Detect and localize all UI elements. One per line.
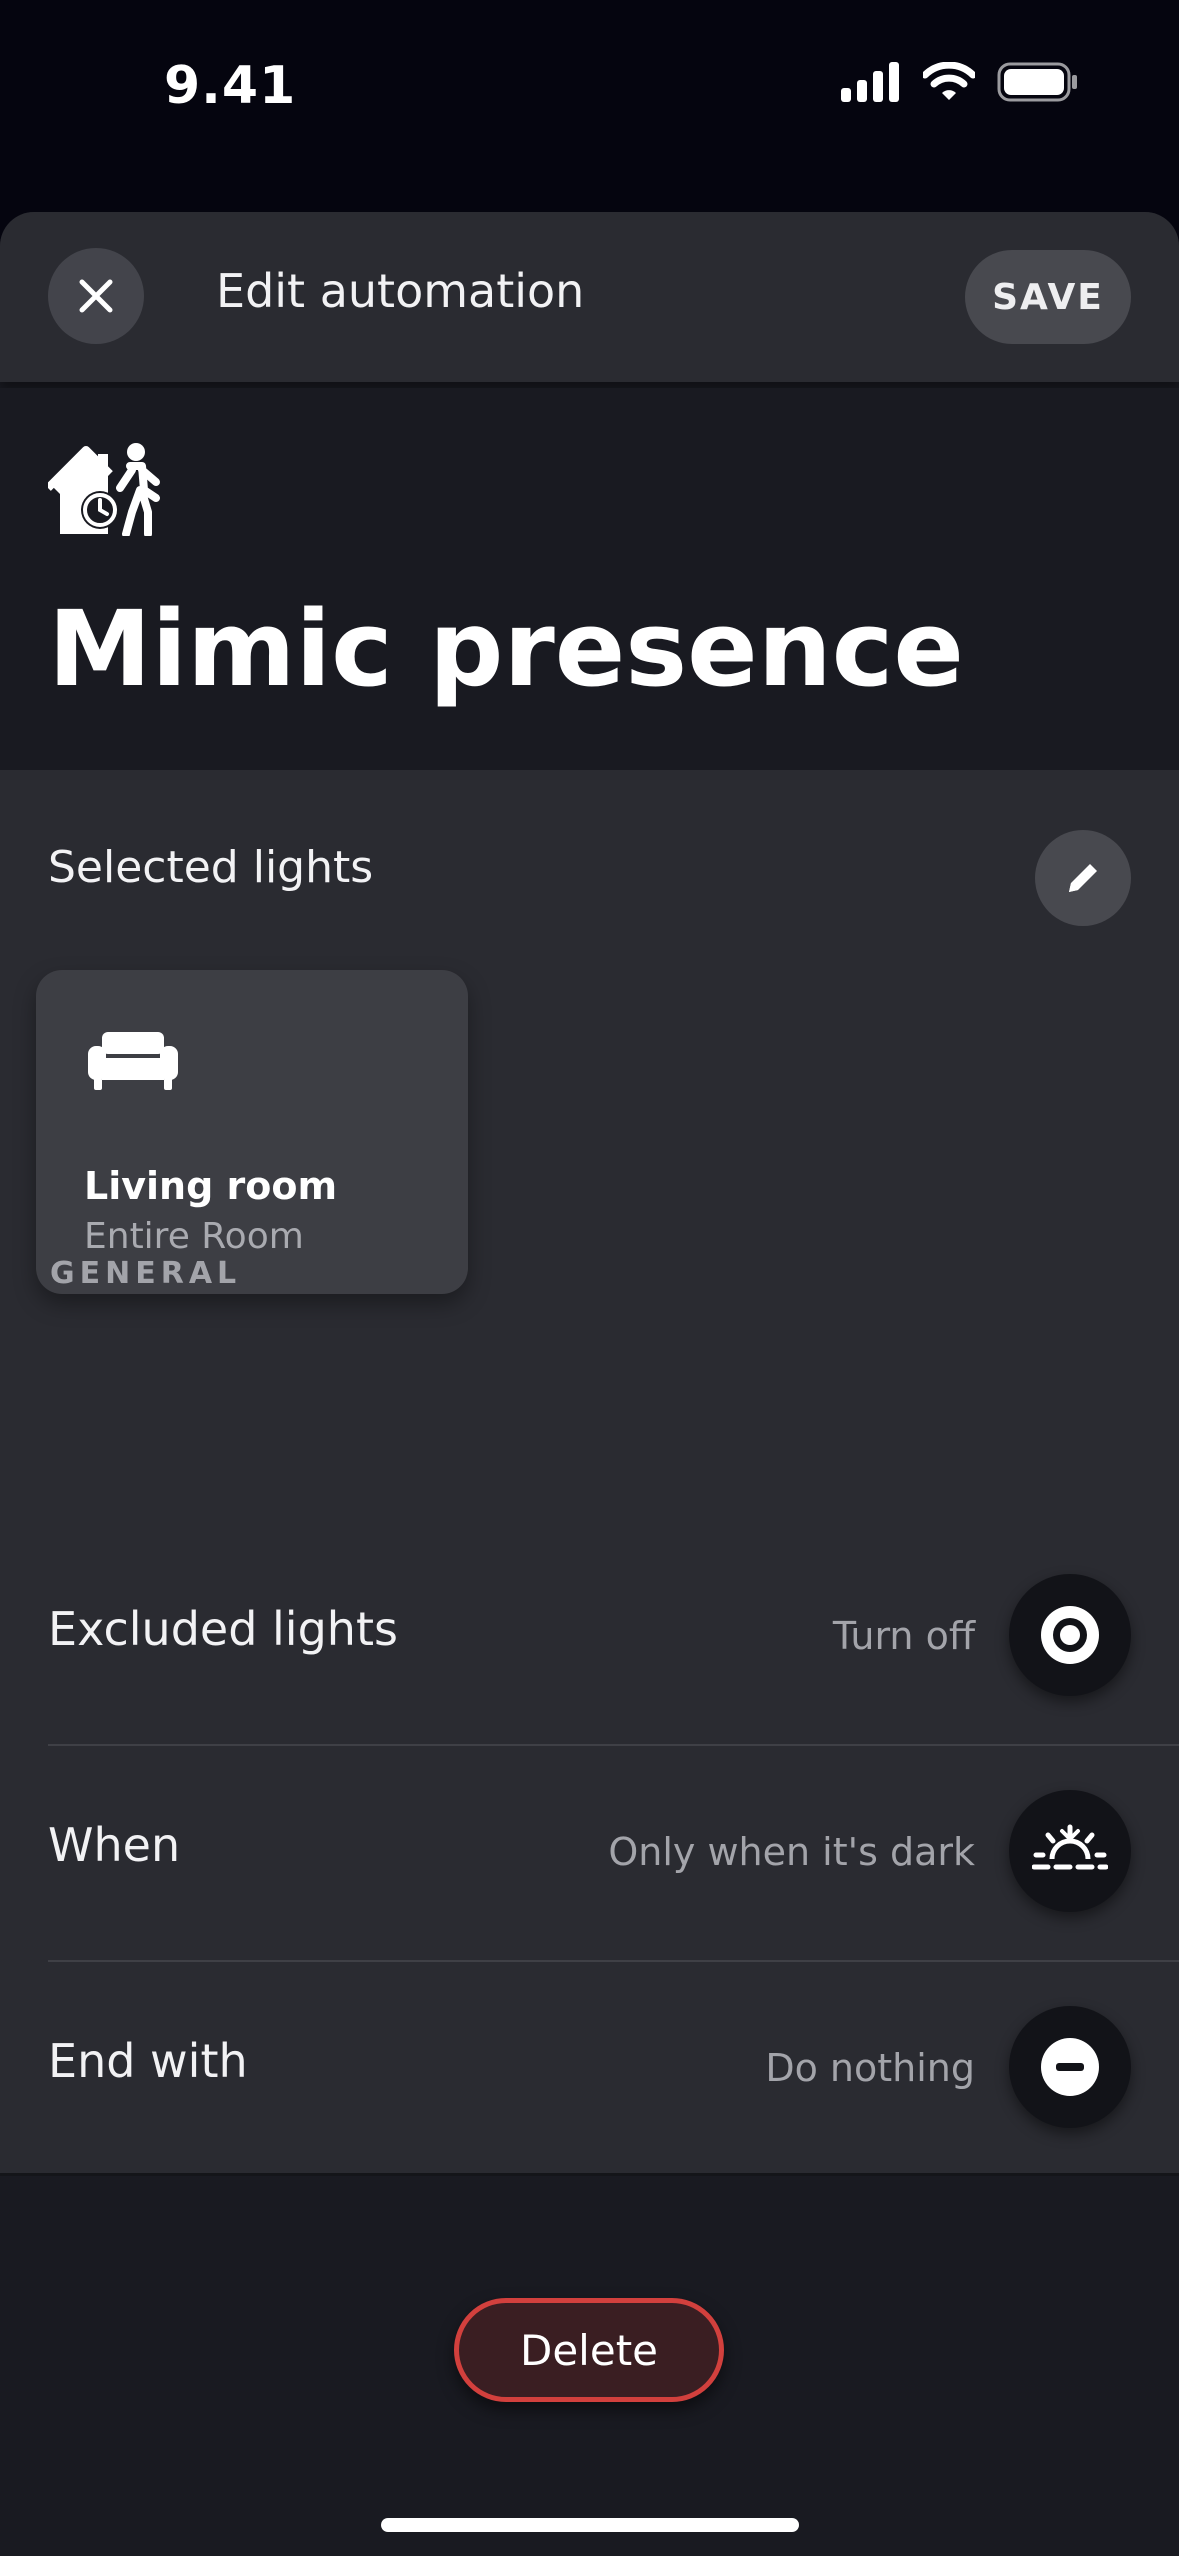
pencil-icon [1069,864,1097,892]
status-time: 9.41 [164,56,297,116]
end-with-button[interactable] [1009,2006,1131,2128]
home-presence-icon [48,443,160,536]
status-bar: 9.41 [0,0,1179,170]
automation-title: Mimic presence [48,588,964,710]
top-bar: Edit automation SAVE [0,212,1179,382]
battery-icon [997,62,1077,102]
row-value: Turn off [832,1614,975,1658]
row-when[interactable]: When Only when it's dark [0,1744,1179,1960]
automation-header: Mimic presence [0,388,1179,770]
home-indicator [381,2518,799,2532]
room-card-living-room[interactable]: Living room Entire Room [36,970,468,1294]
edit-automation-sheet: Edit automation SAVE Mimic presence Sele… [0,212,1179,2556]
excluded-lights-button[interactable] [1009,1574,1131,1696]
room-name: Living room [84,1164,338,1208]
row-end-with[interactable]: End with Do nothing [0,1960,1179,2176]
close-button[interactable] [48,248,144,344]
delete-button[interactable]: Delete [454,2298,724,2402]
row-excluded-lights[interactable]: Excluded lights Turn off [0,1528,1179,1744]
wifi-icon [923,62,975,100]
sofa-icon [88,1032,178,1090]
when-button[interactable] [1009,1790,1131,1912]
cellular-signal-icon [841,62,899,102]
close-icon [79,279,113,313]
row-value: Only when it's dark [608,1830,975,1874]
row-value: Do nothing [765,2046,975,2090]
sunset-icon [1032,1824,1108,1870]
selected-lights-section: Selected lights Living room Entire Room [0,770,1179,1584]
status-icons [841,62,1079,102]
row-label: When [48,1818,181,1872]
general-settings: Excluded lights Turn off When Only when … [0,1528,1179,2176]
target-icon [1041,1606,1099,1664]
room-subtitle: Entire Room [84,1216,304,1257]
minus-circle-icon [1041,2038,1099,2096]
selected-lights-label: Selected lights [48,842,374,893]
general-section-label: GENERAL [50,1256,242,1291]
row-label: End with [48,2034,248,2088]
page-title: Edit automation [216,264,585,318]
save-button[interactable]: SAVE [965,250,1131,344]
edit-lights-button[interactable] [1035,830,1131,926]
row-label: Excluded lights [48,1602,398,1656]
